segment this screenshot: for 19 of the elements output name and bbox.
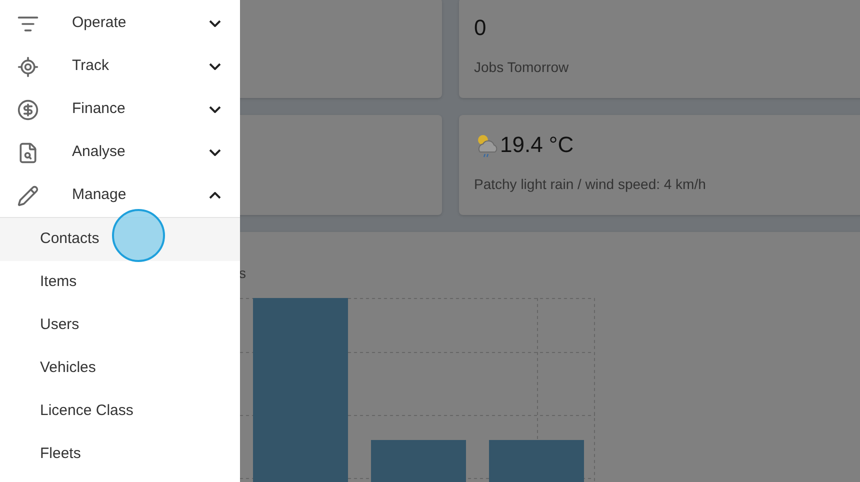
chevron-down-icon: [209, 20, 221, 27]
card-label: Jobs Tomorrow: [474, 58, 570, 77]
chevron-down-icon: [209, 106, 221, 113]
chevron-down-icon: [209, 63, 221, 70]
chevron-down-icon: [209, 149, 221, 156]
pencil-icon: [17, 184, 39, 206]
chevron-up-icon: [209, 192, 221, 199]
card-label: Patchy light rain / wind speed: 4 km/h: [474, 175, 707, 194]
sidebar-item[interactable]: Operate: [0, 2, 240, 45]
sidebar-item[interactable]: Finance: [0, 88, 240, 131]
sidebar-item[interactable]: Track: [0, 45, 240, 88]
stat-value: 0: [474, 17, 486, 39]
sidebar-item[interactable]: Manage: [0, 174, 240, 217]
chart-title: s: [239, 265, 246, 281]
sidebar-item[interactable]: Analyse: [0, 131, 240, 174]
document-search-icon: [17, 142, 39, 164]
target-icon: [17, 56, 39, 78]
dollar-icon: [17, 98, 39, 120]
temperature: 19.4 °C: [500, 134, 574, 156]
